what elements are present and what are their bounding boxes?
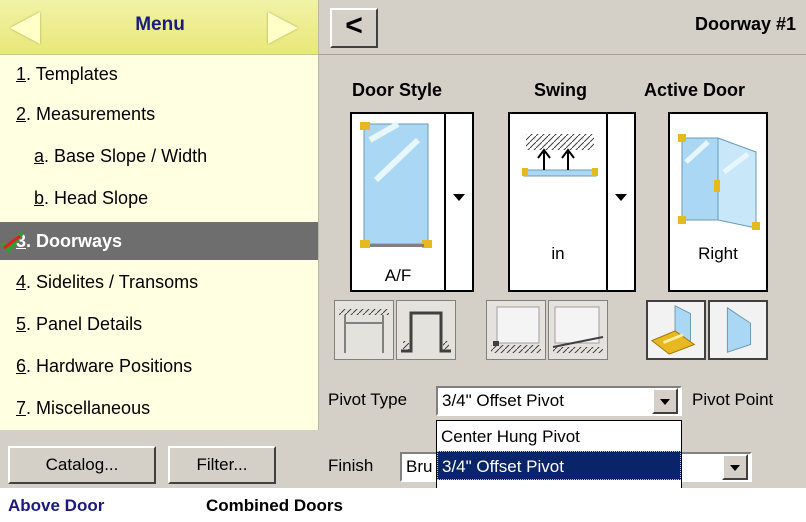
glass-panel-icon: [726, 306, 752, 353]
menu-item-number: b: [34, 188, 45, 208]
menu-item-label: . Sidelites / Transoms: [26, 272, 199, 292]
menu-item-label: . Measurements: [26, 104, 156, 124]
menu-forward-arrow-icon[interactable]: [268, 12, 298, 44]
menu-item-hardware-positions[interactable]: 6. Hardware Positions: [0, 346, 318, 386]
menu-title: Menu: [135, 14, 185, 35]
pivot-type-label: Pivot Type: [328, 390, 408, 409]
menu-item-number: 1: [16, 64, 27, 84]
frame-style-2-icon: [401, 311, 451, 353]
doorway-title: Doorway #1: [694, 14, 796, 34]
swing-value: in: [551, 244, 565, 263]
threshold-1-button[interactable]: [486, 300, 546, 360]
filter-button[interactable]: Filter...: [168, 446, 276, 484]
frame-style-1-icon: [339, 309, 389, 353]
pivot-hardware-button[interactable]: [646, 300, 706, 360]
menu-item-templates[interactable]: 1. Templates: [0, 54, 318, 94]
pivot-type-dropdown-icon[interactable]: [652, 388, 678, 414]
active-door-selector[interactable]: Right: [668, 112, 768, 292]
pivot-type-select[interactable]: 3/4" Offset Pivot: [436, 386, 682, 416]
menu-header: Menu: [0, 0, 318, 55]
menu-item-panel-details[interactable]: 5. Panel Details: [0, 304, 318, 344]
menu-item-label: . Hardware Positions: [26, 356, 193, 376]
menu-item-doorways[interactable]: 3. Doorways: [0, 222, 318, 260]
menu-item-base-slope-width[interactable]: a. Base Slope / Width: [0, 136, 318, 176]
frame-style-2-button[interactable]: [396, 300, 456, 360]
active-door-image: [678, 134, 760, 230]
pivot-hardware-icon: [650, 305, 696, 355]
swing-selector[interactable]: in: [508, 112, 608, 292]
menu-item-sidelites-transoms[interactable]: 4. Sidelites / Transoms: [0, 262, 318, 302]
catalog-button[interactable]: Catalog...: [8, 446, 156, 484]
menu-item-number: 4: [16, 272, 27, 292]
chevron-down-icon: [615, 194, 627, 201]
swing-image: [522, 134, 598, 177]
swing-dropdown-button[interactable]: [608, 112, 636, 292]
threshold-2-icon: [552, 306, 604, 353]
menu-item-label: . Templates: [26, 64, 118, 84]
menu-item-head-slope[interactable]: b. Head Slope: [0, 178, 318, 218]
door-style-label: Door Style: [352, 80, 443, 100]
above-door-label: Above Door: [8, 496, 105, 515]
menu-item-label: . Miscellaneous: [26, 398, 151, 418]
door-style-image: [360, 121, 432, 248]
menu-item-number: 6: [16, 356, 27, 376]
threshold-1-icon: [491, 306, 541, 353]
door-style-selector[interactable]: A/F: [350, 112, 446, 292]
back-button[interactable]: <: [330, 8, 378, 48]
menu-item-number: 7: [16, 398, 27, 418]
finish-dropdown-icon[interactable]: [722, 454, 748, 480]
menu-item-miscellaneous[interactable]: 7. Miscellaneous: [0, 388, 318, 428]
door-style-value: A/F: [384, 266, 412, 285]
pivot-option-center-hung[interactable]: Center Hung Pivot: [437, 422, 681, 451]
menu-item-number: 5: [16, 314, 27, 334]
menu-item-label: . Panel Details: [26, 314, 143, 334]
menu-item-measurements[interactable]: 2. Measurements: [0, 94, 318, 134]
active-door-label: Active Door: [644, 80, 746, 100]
chevron-down-icon: [453, 194, 465, 201]
menu-item-number: 2: [16, 104, 27, 124]
menu-item-label: . Doorways: [26, 231, 123, 251]
menu-item-number: a: [34, 146, 45, 166]
swing-label: Swing: [534, 80, 587, 100]
menu-item-label: . Base Slope / Width: [44, 146, 208, 166]
menu-item-label: . Head Slope: [44, 188, 149, 208]
frame-style-1-button[interactable]: [334, 300, 394, 360]
pivot-option-three-quarter-offset[interactable]: 3/4" Offset Pivot: [437, 451, 681, 480]
menu-back-arrow-icon[interactable]: [10, 12, 40, 44]
status-strip: [0, 488, 806, 522]
pivot-point-label: Pivot Point: [692, 390, 774, 409]
finish-label: Finish: [328, 456, 374, 475]
threshold-2-button[interactable]: [548, 300, 608, 360]
combined-doors-label: Combined Doors: [206, 496, 343, 515]
door-style-dropdown-button[interactable]: [446, 112, 474, 292]
active-door-value: Right: [698, 244, 738, 263]
glass-panel-button[interactable]: [708, 300, 768, 360]
check-mark-icon: [0, 231, 24, 254]
